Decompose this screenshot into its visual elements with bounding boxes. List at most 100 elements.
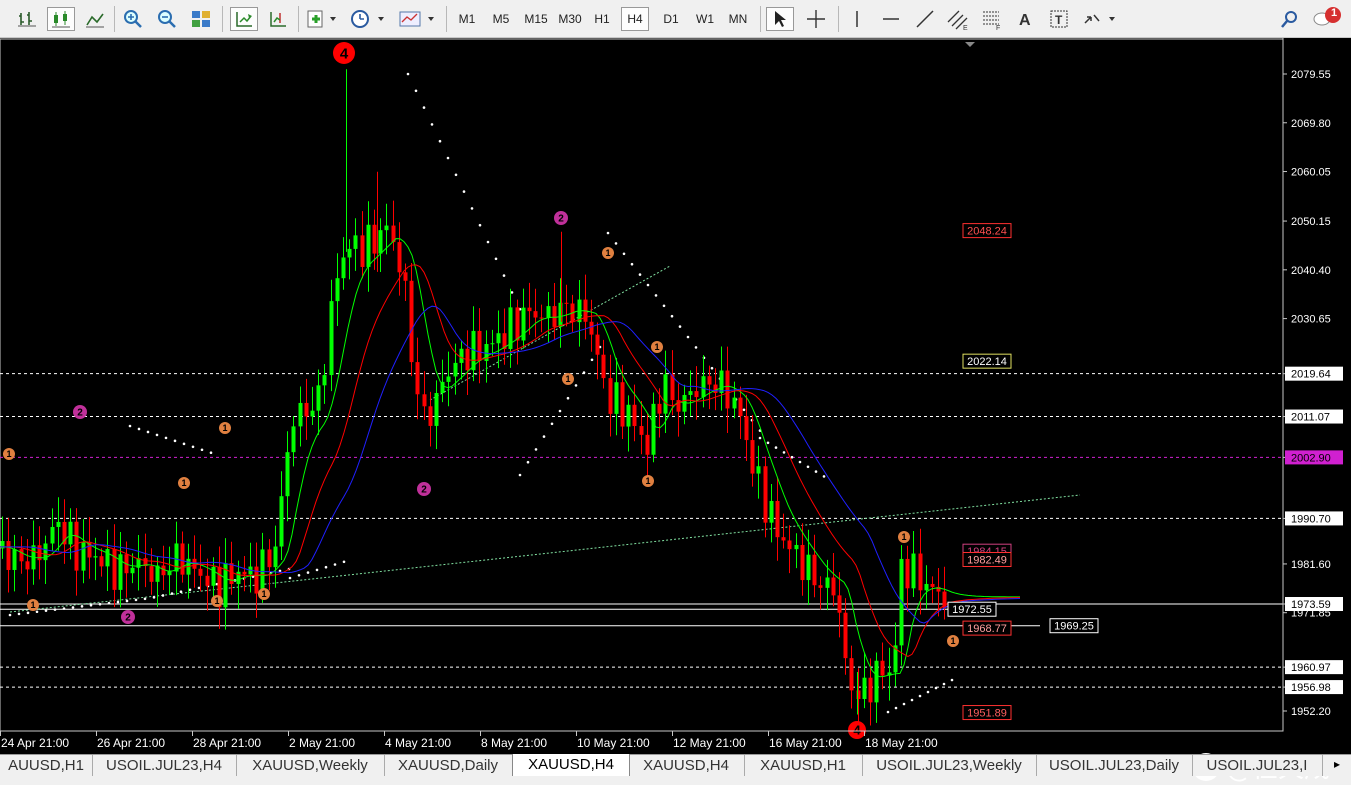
bull-candle (614, 382, 619, 414)
sar-dot (182, 442, 186, 446)
wave-label: 4 (853, 723, 861, 738)
bear-candle (25, 561, 30, 570)
zoom-out-icon[interactable] (154, 7, 180, 31)
sar-dot (814, 470, 818, 473)
templates-icon[interactable] (396, 7, 438, 31)
horizontal-line-icon[interactable] (878, 7, 904, 31)
bear-candle (694, 391, 699, 398)
candlestick-icon[interactable] (47, 7, 75, 31)
text-icon[interactable]: A (1012, 7, 1038, 31)
sar-dot (80, 605, 84, 608)
wave-label: 1 (214, 596, 219, 606)
sar-dot (886, 710, 890, 714)
bull-candle (769, 500, 774, 523)
time-tick-label: 18 May 21:00 (865, 736, 938, 750)
bear-candle (763, 466, 768, 523)
timeframe-m30-button[interactable]: M30 (555, 7, 585, 31)
sar-dot (146, 430, 150, 434)
cursor-icon[interactable] (766, 7, 794, 31)
chart-shift-icon[interactable] (264, 7, 292, 31)
chart-tab[interactable]: XAUUSD,H4 (628, 755, 745, 776)
text-label-icon[interactable]: T (1046, 7, 1072, 31)
chart-tab[interactable]: XAUUSD,Daily (384, 755, 513, 776)
chart-tab[interactable]: XAUUSD,H1 (744, 755, 863, 776)
new-order-icon[interactable] (304, 7, 342, 31)
bear-candle (527, 307, 532, 312)
vertical-line-icon[interactable] (844, 7, 870, 31)
wave-label: 1 (901, 532, 906, 542)
wave-label: 2 (421, 485, 427, 496)
bear-candle (552, 306, 557, 327)
bear-candle (601, 354, 606, 379)
crosshair-icon[interactable] (802, 7, 830, 31)
svg-text:E: E (963, 25, 968, 30)
chart-tab[interactable]: USOIL.JUL23,H4 (92, 755, 237, 776)
bear-candle (868, 677, 873, 703)
bull-candle (453, 362, 458, 377)
channel-icon[interactable]: E (944, 7, 972, 31)
timeframe-d1-button[interactable]: D1 (657, 7, 685, 31)
sar-dot (902, 702, 906, 706)
line-chart-icon[interactable] (82, 7, 108, 31)
price-tick-label: 2011.07 (1291, 412, 1330, 424)
chart-tab[interactable]: XAUUSD,Weekly (236, 755, 385, 776)
chart-tabs: AUUSD,H1 USOIL.JUL23,H4 XAUUSD,Weekly XAUUS… (0, 754, 1351, 776)
chart-tab[interactable]: USOIL.JUL23,Weekly (862, 755, 1037, 776)
sar-dot (71, 606, 75, 609)
zoom-in-icon[interactable] (120, 7, 146, 31)
sar-dot (116, 600, 120, 604)
chart-tab[interactable]: USOIL.JUL23,I (1192, 755, 1323, 776)
bull-candle (167, 571, 172, 576)
timeframe-m15-button[interactable]: M15 (521, 7, 551, 31)
bear-candle (589, 321, 594, 335)
sar-dot (98, 602, 102, 606)
bear-candle (564, 302, 569, 304)
timeframe-mn-button[interactable]: MN (724, 7, 752, 31)
timeframe-h1-button[interactable]: H1 (589, 7, 615, 31)
bear-candle (930, 583, 935, 587)
bear-candle (198, 568, 203, 576)
search-icon[interactable] (1276, 7, 1304, 31)
toolbar-separator (760, 6, 761, 32)
wave-label: 1 (605, 248, 610, 258)
bar-chart-icon[interactable] (14, 7, 40, 31)
chart-tab[interactable]: USOIL.JUL23,Daily (1036, 755, 1193, 776)
bull-candle (93, 556, 98, 558)
svg-text:T: T (1055, 13, 1063, 27)
timeframe-w1-button[interactable]: W1 (691, 7, 719, 31)
sar-dot (478, 223, 482, 227)
sar-dot (107, 601, 111, 605)
sar-dot (646, 283, 650, 287)
timeframe-m1-button[interactable]: M1 (453, 7, 481, 31)
chart-canvas[interactable]: 4422221111111111112048.242022.141984.151… (0, 38, 1351, 754)
price-tick-label: 2060.05 (1291, 167, 1331, 179)
bull-candle (298, 402, 303, 427)
chart-tab-active[interactable]: XAUUSD,H4 (512, 754, 630, 776)
bull-candle (732, 397, 737, 409)
tab-scroll-right-icon[interactable]: ▸ (1330, 757, 1344, 773)
notifications-icon[interactable]: 1 (1310, 7, 1344, 31)
price-label: 1951.89 (967, 708, 1007, 720)
timeframe-m5-button[interactable]: M5 (487, 7, 515, 31)
bear-candle (905, 558, 910, 589)
bull-candle (105, 549, 110, 567)
sar-dot (164, 436, 168, 440)
price-chart[interactable]: 4422221111111111112048.242022.141984.151… (0, 38, 1351, 784)
wave-label: 2 (77, 408, 83, 419)
chart-tab[interactable]: AUUSD,H1 (0, 755, 93, 776)
bear-candle (775, 500, 780, 538)
sar-dot (161, 594, 165, 597)
tile-windows-icon[interactable] (188, 7, 214, 31)
fibonacci-icon[interactable]: F (978, 7, 1006, 31)
sar-dot (155, 433, 159, 437)
clock-icon[interactable] (348, 7, 388, 31)
trendline-icon[interactable] (912, 7, 938, 31)
bull-candle (446, 376, 451, 382)
bear-candle (74, 521, 79, 571)
arrows-icon[interactable] (1080, 7, 1120, 31)
sar-dot (758, 436, 762, 440)
autoscroll-icon[interactable] (230, 7, 258, 31)
sar-dot (143, 597, 147, 601)
wave-label: 1 (565, 374, 570, 384)
timeframe-h4-button[interactable]: H4 (621, 7, 649, 31)
